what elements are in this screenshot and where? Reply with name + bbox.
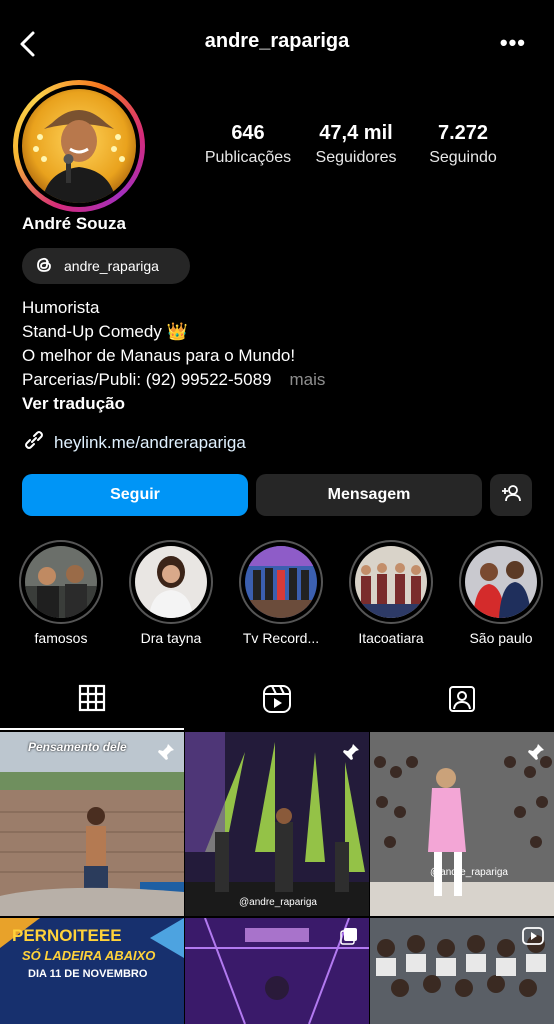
profile-link[interactable]: heylink.me/andrerapariga xyxy=(22,428,246,457)
post-caption-line: PERNOITEEE xyxy=(12,926,122,945)
highlight-label: famosos xyxy=(34,630,88,646)
post-caption: Pensamento dele xyxy=(28,740,127,754)
following-count: 7.272 xyxy=(437,122,489,144)
story-ring[interactable] xyxy=(13,80,145,212)
stat-posts[interactable]: 646 Publicações xyxy=(195,120,301,170)
highlight-image xyxy=(245,546,317,618)
suggest-users-button[interactable] xyxy=(490,474,532,516)
post-caption-line: SÓ LADEIRA ABAIXO xyxy=(22,948,156,963)
highlight-dra-tayna[interactable]: Dra tayna xyxy=(121,540,221,646)
pin-icon xyxy=(526,742,546,767)
reels-icon xyxy=(262,684,292,719)
highlight-label: São paulo xyxy=(469,630,533,646)
posts-grid: Pensamento dele @andre_rapariga @andre_r… xyxy=(0,732,554,1024)
post-thumbnail[interactable] xyxy=(185,918,369,1024)
video-icon xyxy=(522,926,544,951)
bio-line: O melhor de Manaus para o Mundo! xyxy=(22,346,296,365)
link-icon xyxy=(22,428,46,457)
bio-line-contact: Parcerias/Publi: (92) 99522-5089 mais xyxy=(22,368,325,392)
post-caption-line: DIA 11 DE NOVEMBRO xyxy=(28,968,148,980)
profile-username: andre_rapariga xyxy=(204,30,350,52)
bio-line: Stand-Up Comedy 👑 xyxy=(22,322,188,341)
post-thumbnail[interactable]: Pensamento dele xyxy=(0,732,184,916)
highlight-label: Dra tayna xyxy=(140,630,202,646)
followers-count: 47,4 mil xyxy=(319,122,393,144)
stat-following[interactable]: 7.272 Seguindo xyxy=(411,120,515,170)
highlight-label: Itacoatiara xyxy=(358,630,424,646)
avatar[interactable] xyxy=(22,89,136,203)
translate-link[interactable]: Ver tradução xyxy=(22,392,325,416)
pin-icon xyxy=(156,742,176,767)
highlight-image xyxy=(25,546,97,618)
threads-handle: andre_rapariga xyxy=(64,258,159,274)
stat-followers[interactable]: 47,4 mil Seguidores xyxy=(303,120,409,170)
tab-tagged[interactable] xyxy=(370,684,554,730)
highlight-famosos[interactable]: famosos xyxy=(11,540,111,646)
followers-label: Seguidores xyxy=(315,149,397,166)
display-name: André Souza xyxy=(22,214,126,233)
message-button[interactable]: Mensagem xyxy=(256,474,482,516)
top-bar: andre_rapariga ••• xyxy=(0,0,554,88)
post-thumbnail[interactable]: @andre_rapariga xyxy=(370,732,554,916)
tagged-icon xyxy=(447,684,477,719)
posts-label: Publicações xyxy=(204,149,292,166)
pin-icon xyxy=(341,742,361,767)
highlight-image xyxy=(135,546,207,618)
following-label: Seguindo xyxy=(429,149,497,166)
profile-tabs xyxy=(0,676,554,730)
bio-line: Humorista xyxy=(22,298,100,317)
tab-grid[interactable] xyxy=(0,684,184,730)
highlight-sao-paulo[interactable]: São paulo xyxy=(451,540,551,646)
active-tab-indicator xyxy=(0,728,184,730)
threads-icon xyxy=(34,255,54,278)
add-person-icon xyxy=(500,482,522,509)
bio-contact-text: Parcerias/Publi: (92) 99522-5089 xyxy=(22,370,272,389)
tab-reels[interactable] xyxy=(185,684,369,730)
threads-badge[interactable]: andre_rapariga xyxy=(22,248,190,284)
post-caption: @andre_rapariga xyxy=(430,867,508,878)
highlight-tv-record[interactable]: Tv Record... xyxy=(231,540,331,646)
highlight-itacoatiara[interactable]: Itacoatiara xyxy=(341,540,441,646)
bio: Humorista Stand-Up Comedy 👑 O melhor de … xyxy=(22,296,325,416)
post-thumbnail[interactable]: PERNOITEEE SÓ LADEIRA ABAIXO DIA 11 DE N… xyxy=(0,918,184,1024)
more-dots-icon[interactable]: ••• xyxy=(500,30,526,56)
post-thumbnail[interactable]: @andre_rapariga xyxy=(185,732,369,916)
post-thumbnail[interactable] xyxy=(370,918,554,1024)
highlight-image xyxy=(355,546,427,618)
grid-icon xyxy=(78,684,106,717)
bio-more-link[interactable]: mais xyxy=(289,370,325,389)
follow-button[interactable]: Seguir xyxy=(22,474,248,516)
profile-stats: 646 Publicações 47,4 mil Seguidores 7.27… xyxy=(195,120,515,180)
highlight-label: Tv Record... xyxy=(242,630,320,646)
highlight-image xyxy=(465,546,537,618)
carousel-icon xyxy=(339,926,359,951)
story-highlights: famosos Dra tayna Tv Record... Itacoatia… xyxy=(0,540,554,660)
posts-count: 646 xyxy=(231,122,265,144)
post-caption: @andre_rapariga xyxy=(239,897,317,908)
link-text: heylink.me/andrerapariga xyxy=(54,432,246,452)
